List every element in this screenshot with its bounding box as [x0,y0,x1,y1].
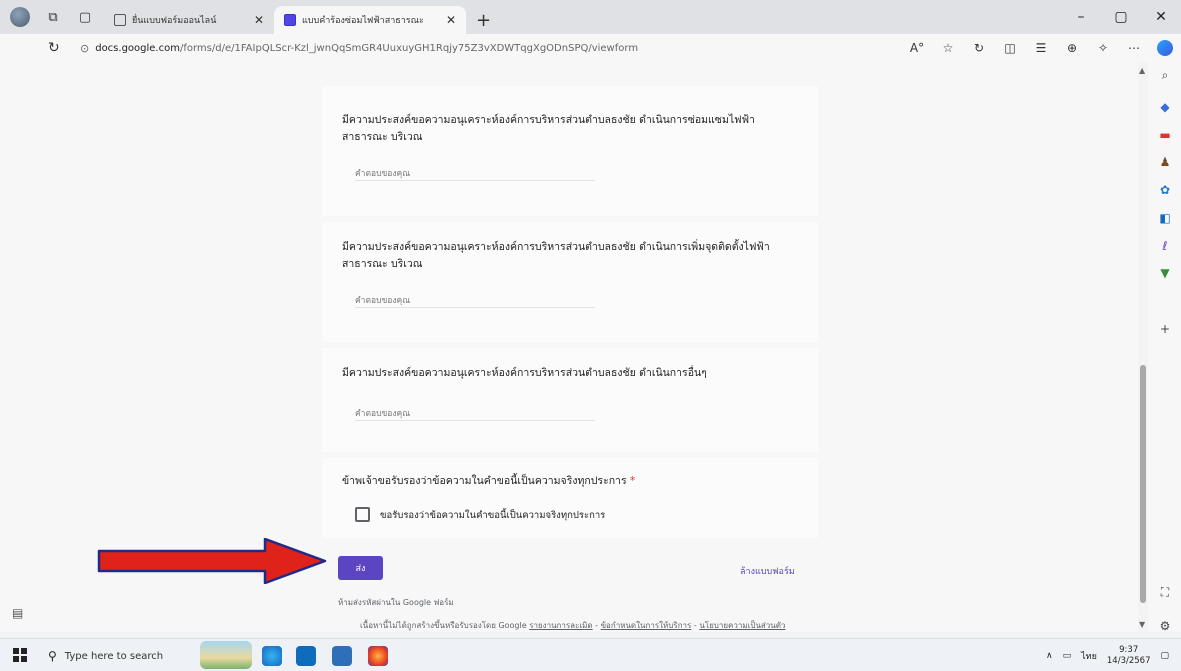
more-options-icon[interactable]: ⋯ [1126,41,1142,55]
sidebar-drop-icon[interactable]: ▼ [1158,266,1172,280]
sidebar-outlook-icon[interactable]: ◧ [1158,211,1172,225]
split-screen-icon[interactable]: ◫ [1002,41,1018,55]
favorites-icon[interactable]: ☰ [1033,41,1049,55]
profile-avatar[interactable] [10,7,30,27]
scrollbar-thumb[interactable] [1140,365,1146,603]
url-path: /forms/d/e/1FAIpQLScr-Kzl_jwnQqSmGR4Uuxu… [179,42,639,54]
notifications-icon[interactable]: ▢ [1160,651,1169,661]
system-tray: ∧ ▭ ไทย 9:37 14/3/2567 ▢ [1046,639,1181,671]
scroll-up-arrow-icon[interactable]: ▲ [1139,66,1145,75]
submit-button[interactable]: ส่ง [338,556,383,580]
reload-icon[interactable]: ↻ [48,40,68,56]
no-password-note: ห้ามส่งรหัสผ่านใน Google ฟอร์ม [338,598,454,607]
question-repair-text: มีความประสงค์ขอความอนุเคราะห์องค์การบริห… [342,114,755,143]
report-abuse-link[interactable]: รายงานการละเมิด [529,621,592,630]
question-card [322,86,818,216]
answer-underline [355,180,595,181]
certify-checkbox[interactable] [355,507,370,522]
sidebar-games-icon[interactable]: ♟ [1158,155,1172,169]
privacy-link[interactable]: นโยบายความเป็นส่วนตัว [699,621,785,630]
page-favicon-icon [114,14,126,26]
sidebar-screenshot-icon[interactable]: ⛶ [1158,585,1172,599]
new-tab-button[interactable]: + [466,6,501,34]
footer-prefix: เนื้อหานี้ไม่ได้ถูกสร้างขึ้นหรือรับรองโด… [360,621,527,630]
refresh-extension-icon[interactable]: ↻ [971,41,987,55]
answer-underline [355,307,595,308]
tray-overflow-icon[interactable]: ∧ [1046,651,1053,661]
clear-form-link[interactable]: ล้างแบบฟอร์ม [740,564,795,578]
taskbar-search-box[interactable]: ⚲ Type here to search [42,645,186,667]
windows-taskbar: ⚲ Type here to search ∧ ▭ ไทย 9:37 14/3/… [0,638,1181,671]
taskbar-search-placeholder: Type here to search [64,650,164,662]
answer-other-input[interactable]: คำตอบของคุณ [355,406,410,420]
workspaces-icon[interactable]: ⧉ [44,8,62,26]
tab-actions-icon[interactable]: ▢ [76,8,94,26]
terms-link[interactable]: ข้อกำหนดในการให้บริการ [601,621,692,630]
clock[interactable]: 9:37 14/3/2567 [1107,645,1151,667]
word-icon[interactable] [332,646,352,666]
url-domain: docs.google.com [95,42,180,54]
search-icon: ⚲ [48,649,57,663]
sidebar-shopping-icon[interactable]: ▬ [1158,128,1172,142]
answer-install-input[interactable]: คำตอบของคุณ [355,293,410,307]
required-mark: * [629,475,636,487]
network-icon[interactable]: ▭ [1063,651,1072,661]
clock-date: 14/3/2567 [1106,655,1151,666]
tab-strip-left-controls: ⧉ ▢ [0,0,104,34]
certify-title-text: ข้าพเจ้าขอรับรองว่าข้อความในคำขอนี้เป็นค… [342,475,627,487]
site-info-icon[interactable]: ⊙ [80,42,89,55]
collections-icon[interactable]: ⊕ [1064,41,1080,55]
edge-sidebar [1148,62,1181,632]
widgets-icon[interactable] [200,641,252,669]
read-aloud-icon[interactable]: A° [909,41,925,55]
feedback-icon[interactable]: ▤ [12,606,23,620]
sidebar-tag-icon[interactable]: ◆ [1158,100,1172,114]
tab-online-form[interactable]: ยื่นแบบฟอร์มออนไลน์ ✕ [104,6,274,34]
google-forms-favicon-icon [284,14,296,26]
extensions-icon[interactable]: ✧ [1095,41,1111,55]
browser-tab-strip: ⧉ ▢ ยื่นแบบฟอร์มออนไลน์ ✕ แบบคำร้องซ่อมไ… [0,0,1181,34]
copilot-icon[interactable] [1157,40,1173,56]
close-tab-icon[interactable]: ✕ [446,13,456,27]
tab-title: ยื่นแบบฟอร์มออนไลน์ [132,16,217,26]
address-bar: ↻ ⊙ docs.google.com/forms/d/e/1FAIpQLScr… [0,34,1181,62]
question-install-text: มีความประสงค์ขอความอนุเคราะห์องค์การบริห… [342,241,770,270]
window-controls: – ▢ ✕ [1061,0,1181,34]
question-other-text: มีความประสงค์ขอความอนุเคราะห์องค์การบริห… [342,367,707,379]
favorite-star-icon[interactable]: ☆ [940,41,956,55]
certify-checkbox-label[interactable]: ขอรับรองว่าข้อความในคำขอนี้เป็นความจริงท… [380,508,605,523]
clock-time: 9:37 [1119,644,1139,655]
close-window-button[interactable]: ✕ [1141,0,1181,34]
close-tab-icon[interactable]: ✕ [254,13,264,27]
answer-underline [355,420,595,421]
minimize-button[interactable]: – [1061,0,1101,34]
toolbar-icons: A° ☆ ↻ ◫ ☰ ⊕ ✧ ⋯ [909,34,1173,62]
sidebar-designer-icon[interactable]: ℓ [1158,239,1172,253]
url-field[interactable]: docs.google.com/forms/d/e/1FAIpQLScr-Kzl… [95,43,638,54]
red-arrow-annotation-icon [97,538,327,584]
sidebar-add-icon[interactable]: + [1158,322,1172,336]
form-footer-note: เนื้อหานี้ไม่ได้ถูกสร้างขึ้นหรือรับรองโด… [360,621,786,630]
certify-question-title: ข้าพเจ้าขอรับรองว่าข้อความในคำขอนี้เป็นค… [342,473,792,490]
scroll-down-arrow-icon[interactable]: ▼ [1139,620,1145,629]
tab-title: แบบคำร้องซ่อมไฟฟ้าสาธารณะ [302,16,424,26]
outlook-icon[interactable] [296,646,316,666]
maximize-button[interactable]: ▢ [1101,0,1141,34]
sidebar-search-icon[interactable]: ⌕ [1158,68,1172,82]
tab-google-form[interactable]: แบบคำร้องซ่อมไฟฟ้าสาธารณะ ✕ [274,6,466,34]
edge-icon[interactable] [262,646,282,666]
input-language[interactable]: ไทย [1081,649,1097,663]
sidebar-settings-icon[interactable]: ⚙ [1158,619,1172,633]
firefox-icon[interactable] [368,646,388,666]
certify-card [322,458,818,538]
question-card [322,348,818,452]
windows-start-icon[interactable] [13,648,27,662]
answer-repair-input[interactable]: คำตอบของคุณ [355,166,410,180]
sidebar-m365-icon[interactable]: ✿ [1158,183,1172,197]
